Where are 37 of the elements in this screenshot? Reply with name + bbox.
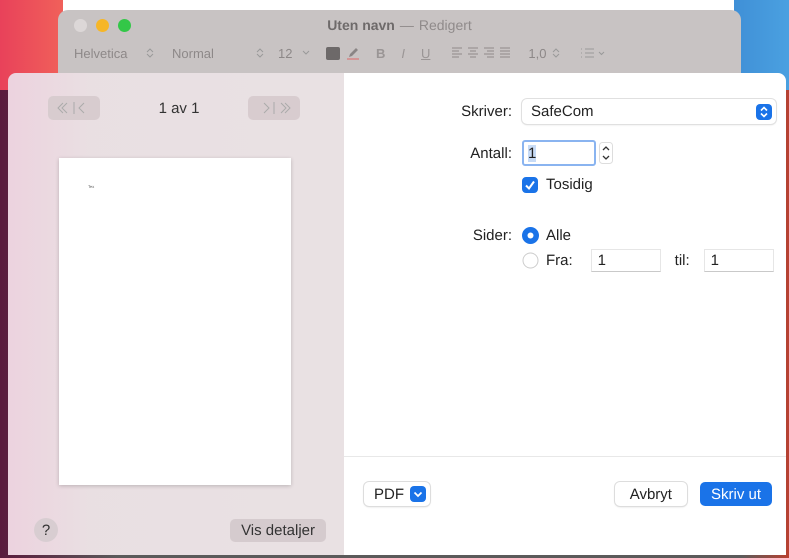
edited-status: Redigert [418,17,472,33]
page-counter: 1 av 1 [158,100,200,116]
copies-label: Antall: [469,144,512,162]
title-separator: — [400,17,414,33]
page-range-radio[interactable]: Fra: [522,252,573,269]
chevron-down-icon [410,486,426,502]
stepper-icon [146,48,154,58]
previous-page-button[interactable] [48,96,100,120]
stepper-icon [256,48,264,58]
window-title: Uten navn [327,17,395,33]
zoom-button[interactable] [118,18,131,32]
duplex-checkbox[interactable]: Tosidig [522,176,776,193]
pen-icon[interactable] [346,46,360,60]
help-button[interactable]: ? [34,518,58,542]
checkbox-icon [522,176,538,192]
stepper-icon[interactable] [599,142,613,164]
chevron-down-icon [302,50,310,56]
to-page-field[interactable]: 1 [704,249,774,272]
stepper-icon [756,104,772,120]
print-button[interactable]: Skriv ut [700,482,772,506]
pages-label: Sider: [472,227,512,244]
from-page-field[interactable]: 1 [590,249,661,272]
printer-label: Skriver: [460,103,512,120]
copies-field[interactable]: 1 [522,140,596,166]
to-page-label: til: [674,252,690,269]
text-color-swatch[interactable] [326,46,340,60]
radio-icon [522,252,539,269]
list-icon[interactable] [580,47,606,59]
pdf-menu-button[interactable]: PDF [364,482,430,506]
next-page-button[interactable] [248,96,300,120]
page-range-radio[interactable]: Alle [522,227,572,244]
radio-icon [522,227,539,244]
minimize-button[interactable] [96,18,109,32]
stepper-icon [552,48,560,58]
show-details-button[interactable]: Vis detaljer [230,518,326,542]
printer-select[interactable]: SafeCom [522,99,776,124]
cancel-button[interactable]: Avbryt [614,482,687,506]
